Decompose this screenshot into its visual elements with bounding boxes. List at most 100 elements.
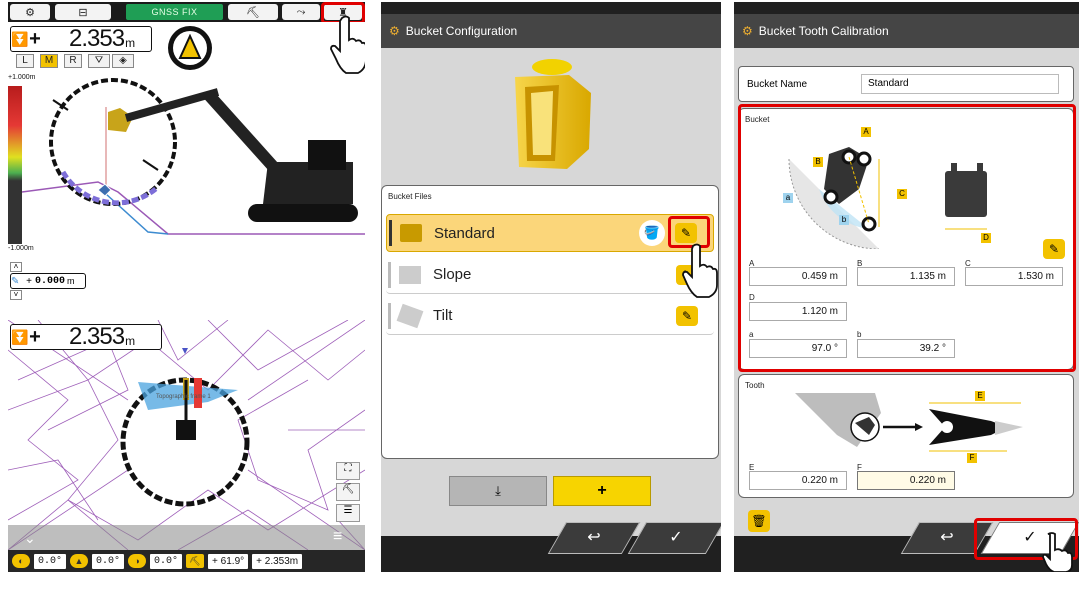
angle-readout: + 61.9° xyxy=(208,553,249,569)
bucket-name-label: Bucket Name xyxy=(747,79,808,90)
lmr-right-button[interactable]: R xyxy=(64,54,82,68)
file-row-standard[interactable]: Standard 🪣 ✎ xyxy=(386,214,714,252)
undo-arrow-icon: ↩ xyxy=(587,529,601,546)
top-toolbar: ⚙ ⊟ GNSS FIX ⛏ ⤳ ♜ xyxy=(8,2,365,22)
gnss-status-badge: GNSS FIX xyxy=(126,4,223,20)
chevron-down-icon[interactable]: ⏬ xyxy=(11,31,28,48)
chevron-down-icon: ˅ xyxy=(13,290,19,299)
layer-button[interactable]: ☰ xyxy=(336,504,360,522)
chevron-down-icon[interactable]: ⏬ xyxy=(11,329,28,346)
gear-icon: ⚙ xyxy=(742,24,753,38)
edit-tilt-button[interactable]: ✎ xyxy=(676,305,698,326)
zoom-fit-button[interactable]: ⛶ xyxy=(336,462,360,480)
tooth-label-e: E xyxy=(975,391,985,401)
offset-up-button[interactable]: ˄ xyxy=(10,262,22,272)
pencil-icon: ✎ xyxy=(681,308,693,323)
bucket-file-icon xyxy=(400,224,422,242)
rotation-icon: ◑ xyxy=(128,554,147,568)
offset-readout: ✎ + 0.000 m xyxy=(10,273,86,289)
zoom-fit-icon: ⛶ xyxy=(344,463,352,474)
boom-icon: ⤳ xyxy=(296,5,306,18)
page-title: Bucket Configuration xyxy=(405,24,518,38)
excavator-icon: ⛏ xyxy=(186,554,205,568)
layers-icon: ☰ xyxy=(343,505,353,516)
slope-file-icon xyxy=(399,265,421,284)
chevron-down-icon[interactable]: ⌄ xyxy=(24,530,36,547)
plan-elevation-readout: ⏬ + 2.353 m xyxy=(10,323,162,350)
file-name: Slope xyxy=(433,266,472,283)
bucket-tooth-calibration-panel: ⚙ Bucket Tooth Calibration Bucket Name S… xyxy=(734,2,1079,572)
roll-value: 0.0° xyxy=(92,553,125,569)
warning-icon: ▲ xyxy=(70,554,89,568)
file-row-tilt[interactable]: Tilt ✎ xyxy=(386,297,714,335)
field-e-input[interactable]: 0.220 m xyxy=(749,471,847,490)
page-header: ⚙ Bucket Configuration xyxy=(381,14,721,48)
file-row-slope[interactable]: Slope ✎ xyxy=(386,256,714,294)
confirm-button[interactable]: ✓ xyxy=(627,522,721,554)
pointer-hand-icon xyxy=(1042,532,1073,572)
pitch-value: 0.0° xyxy=(34,553,67,569)
import-icon: ⤓ xyxy=(495,483,501,498)
bucket-configuration-panel: ⚙ Bucket Configuration Bucket Files Stan… xyxy=(381,2,721,572)
tool-view-button[interactable]: ⤳ xyxy=(282,4,320,20)
machine-view-button[interactable]: ⛏ xyxy=(228,4,278,20)
offset-value: 0.000 xyxy=(35,275,66,287)
bucket-name-card: Bucket Name Standard xyxy=(738,66,1074,102)
file-name: Standard xyxy=(434,224,495,242)
bucket-illustration-icon xyxy=(515,59,591,169)
machine-icon: ⛏ xyxy=(341,484,355,495)
tooth-diagram xyxy=(795,393,1023,452)
bucket-files-title: Bucket Files xyxy=(388,192,432,201)
import-button[interactable]: ⤓ xyxy=(449,476,547,506)
bottom-status-bar: ◐ 0.0° ▲ 0.0° ◑ 0.0° ⛏ + 61.9° + 2.353m xyxy=(8,550,365,572)
machine-guidance-panel: ⚙ ⊟ GNSS FIX ⛏ ⤳ ♜ ⏬ + 2.353 m L M R ⛛ ◈… xyxy=(8,2,365,572)
lmr-middle-button[interactable]: M xyxy=(40,54,58,68)
pitch-icon: ◐ xyxy=(12,554,30,568)
target-button[interactable]: ⛛ xyxy=(88,54,110,68)
delete-button[interactable]: 🗑 xyxy=(748,510,770,532)
view-icon: ◈ xyxy=(119,55,127,66)
undo-arrow-icon: ↩ xyxy=(940,529,954,546)
offset-down-button[interactable]: ˅ xyxy=(10,290,22,300)
chevron-up-icon: ˄ xyxy=(13,262,19,271)
pointer-hand-icon xyxy=(330,15,365,74)
trash-icon: 🗑 xyxy=(751,514,767,528)
scale-bottom-label: -1.000m xyxy=(8,245,34,252)
pointer-hand-icon xyxy=(682,243,718,298)
offset-unit: m xyxy=(67,276,75,286)
gear-icon: ⚙ xyxy=(25,6,35,19)
back-button[interactable]: ↩ xyxy=(547,522,641,554)
plan-label: Topographic frame 1 xyxy=(156,394,211,400)
highlight-box xyxy=(738,104,1076,372)
bucket-files-card: Bucket Files Standard 🪣 ✎ Slope ✎ Tilt ✎ xyxy=(381,185,719,459)
page-header: ⚙ Bucket Tooth Calibration xyxy=(734,14,1079,48)
machine-center-button[interactable]: ⛏ xyxy=(336,483,360,501)
elevation-sign: + xyxy=(29,27,41,50)
offset-sign: + xyxy=(26,275,32,287)
tilt-file-icon xyxy=(396,303,424,328)
field-f-input[interactable]: 0.220 m xyxy=(857,471,955,490)
bucket-name-input[interactable]: Standard xyxy=(861,74,1059,94)
view-button[interactable]: ◈ xyxy=(112,54,134,68)
compass-icon[interactable] xyxy=(168,26,212,70)
menu-icon[interactable]: ≡ xyxy=(333,528,342,546)
target-icon: ⛛ xyxy=(94,55,104,66)
add-button[interactable]: + xyxy=(553,476,651,506)
plan-view-canvas xyxy=(8,320,365,550)
file-name: Tilt xyxy=(433,307,453,324)
layout-button[interactable]: ⊟ xyxy=(55,4,111,20)
settings-button[interactable]: ⚙ xyxy=(10,4,50,20)
plan-unit: m xyxy=(125,334,136,348)
plan-value: 2.353 xyxy=(69,323,125,350)
elevation-value: 2.353 xyxy=(69,25,125,52)
offset-icon: ✎ xyxy=(11,275,20,287)
bucket-preview-icon: 🪣 xyxy=(639,220,665,246)
check-icon: ✓ xyxy=(669,529,683,546)
elevation-readout: ⏬ + 2.353 m xyxy=(10,25,152,52)
elevation-unit: m xyxy=(125,36,136,50)
status-strip xyxy=(734,2,1079,14)
elevation-scale-bar xyxy=(8,86,22,244)
page-title: Bucket Tooth Calibration xyxy=(758,24,889,38)
tooth-card: Tooth E F E 0.220 m F 0.220 m xyxy=(738,374,1074,498)
lmr-left-button[interactable]: L xyxy=(16,54,34,68)
